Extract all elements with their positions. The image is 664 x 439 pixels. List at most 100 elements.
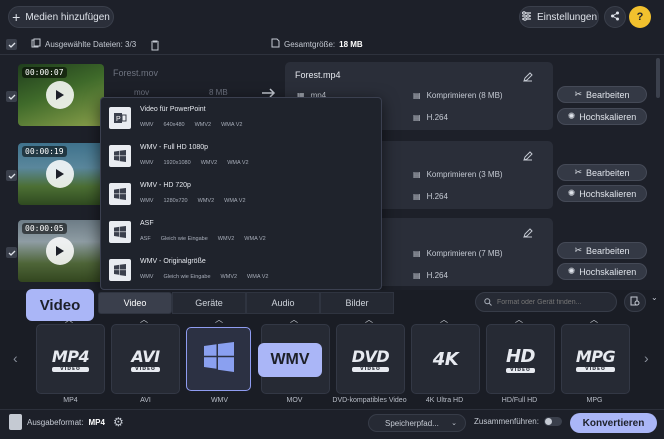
collapse-chevron-icon[interactable]: ⌄ bbox=[651, 293, 658, 302]
total-size: Gesamtgröße: 18 MB bbox=[271, 38, 363, 50]
toggle-switch[interactable] bbox=[543, 417, 562, 426]
spec: ASF bbox=[140, 236, 151, 242]
share-icon bbox=[610, 11, 620, 24]
select-all-checkbox[interactable] bbox=[6, 39, 17, 50]
preset-item[interactable]: WMV - Full HD 1080p WMV 1920x1080 WMV2 WMA … bbox=[105, 138, 379, 174]
file-checkbox[interactable] bbox=[6, 91, 17, 102]
preset-item[interactable]: WMV - Originalgröße WMV Gleich wie Eingab… bbox=[105, 252, 379, 288]
preset-item[interactable]: WMV - HD 720p WMV 1280x720 WMV2 WMA V2 bbox=[105, 176, 379, 212]
edit-pencil-icon[interactable] bbox=[523, 69, 533, 87]
file-icon bbox=[271, 38, 280, 50]
help-button[interactable]: ? bbox=[629, 6, 651, 28]
format-dvd[interactable]: DVD VIDEO bbox=[336, 324, 405, 394]
play-icon[interactable] bbox=[46, 237, 74, 265]
mp4-logo: MP4 VIDEO bbox=[51, 346, 90, 372]
file-checkbox[interactable] bbox=[6, 247, 17, 258]
save-path-select[interactable]: Speicherpfad... ⌄ bbox=[368, 414, 466, 432]
chevron-down-icon: ⌄ bbox=[451, 420, 457, 427]
video-thumbnail[interactable]: 00:00:07 bbox=[18, 64, 104, 126]
merge-toggle[interactable]: Zusammenführen: bbox=[474, 417, 562, 426]
format-label: DVD-kompatibles Video bbox=[332, 397, 407, 404]
tab-video[interactable]: Video bbox=[98, 292, 172, 314]
compress-label[interactable]: Komprimieren (3 MB) bbox=[427, 170, 503, 179]
save-path-label: Speicherpfad... bbox=[385, 418, 439, 428]
upscale-button[interactable]: ✺ Hochskalieren bbox=[557, 108, 647, 125]
scissors-icon: ✂ bbox=[574, 89, 582, 99]
edit-label: Bearbeiten bbox=[586, 167, 630, 178]
scissors-icon: ✂ bbox=[574, 167, 582, 177]
preset-dropdown[interactable]: P Video für PowerPoint WMV 640x480 WMV2 WMA… bbox=[100, 97, 382, 290]
selected-files: Ausgewählte Dateien: 3/3 bbox=[31, 38, 136, 50]
share-button[interactable] bbox=[604, 6, 626, 28]
ai-icon: ✺ bbox=[567, 266, 576, 276]
format-avi[interactable]: AVI VIDEO bbox=[111, 324, 180, 394]
output-format-value: MP4 bbox=[88, 417, 105, 427]
format-search[interactable] bbox=[475, 292, 617, 312]
preset-title: WMV - Originalgröße bbox=[140, 258, 206, 265]
edit-button[interactable]: ✂ Bearbeiten bbox=[557, 242, 647, 259]
preset-item[interactable]: P Video für PowerPoint WMV 640x480 WMV2 WMA… bbox=[105, 100, 379, 136]
preset-item[interactable]: ASF ASF Gleich wie Eingabe WMV2 WMA V2 bbox=[105, 214, 379, 250]
video-thumbnail[interactable]: 00:00:19 bbox=[18, 143, 104, 205]
convert-button[interactable]: Konvertieren bbox=[570, 413, 657, 433]
spec: WMA V2 bbox=[224, 198, 246, 204]
windows-logo-icon bbox=[203, 341, 235, 377]
upscale-label: Hochskalieren bbox=[579, 111, 637, 122]
codec-label: H.264 bbox=[426, 192, 448, 201]
edit-button[interactable]: ✂ Bearbeiten bbox=[557, 86, 647, 103]
format-wmv[interactable] bbox=[186, 327, 251, 391]
upscale-label: Hochskalieren bbox=[579, 266, 637, 277]
total-size-label: Gesamtgröße: bbox=[284, 39, 336, 49]
edit-label: Bearbeiten bbox=[586, 245, 630, 256]
video-callout: Video bbox=[26, 289, 94, 321]
add-media-button[interactable]: + Medien hinzufügen bbox=[8, 6, 114, 28]
preset-title: WMV - Full HD 1080p bbox=[140, 144, 209, 151]
format-4k[interactable]: 4K bbox=[411, 324, 480, 394]
scrollbar[interactable] bbox=[656, 58, 660, 98]
4k-logo: 4K bbox=[432, 348, 459, 370]
edit-pencil-icon[interactable] bbox=[523, 148, 533, 166]
spec: WMA V2 bbox=[221, 122, 243, 128]
duration: 00:00:05 bbox=[22, 223, 67, 234]
format-hd[interactable]: HD VIDEO bbox=[486, 324, 555, 394]
upscale-button[interactable]: ✺ Hochskalieren bbox=[557, 185, 647, 202]
spec: 1280x720 bbox=[163, 198, 188, 204]
carousel-left-arrow[interactable]: ‹ bbox=[13, 350, 18, 366]
codec-label: H.264 bbox=[426, 271, 448, 280]
output-format-label: Ausgabeformat: bbox=[27, 417, 84, 427]
compress-label[interactable]: Komprimieren (8 MB) bbox=[427, 91, 503, 100]
avi-logo: AVI VIDEO bbox=[131, 346, 160, 372]
preset-title: Video für PowerPoint bbox=[140, 106, 206, 113]
edit-pencil-icon[interactable] bbox=[523, 225, 533, 243]
format-label: MP4 bbox=[63, 397, 78, 404]
tab-audio[interactable]: Audio bbox=[246, 292, 320, 314]
tab-images[interactable]: Bilder bbox=[320, 292, 394, 314]
play-icon[interactable] bbox=[46, 81, 74, 109]
spec: 640x480 bbox=[163, 122, 185, 128]
format-settings-button[interactable] bbox=[624, 292, 646, 312]
category-tabs: Video Geräte Audio Bilder bbox=[98, 292, 394, 314]
output-format[interactable]: Ausgabeformat: MP4 ⚙ bbox=[9, 414, 124, 430]
play-icon[interactable] bbox=[46, 160, 74, 188]
video-thumbnail[interactable]: 00:00:05 bbox=[18, 220, 104, 282]
expand-caret-icon[interactable]: ︿ bbox=[215, 314, 223, 325]
gear-icon[interactable]: ⚙ bbox=[113, 415, 124, 429]
file-checkbox[interactable] bbox=[6, 170, 17, 181]
format-label: 4K Ultra HD bbox=[425, 397, 464, 404]
ai-icon: ✺ bbox=[567, 111, 576, 121]
preset-settings-icon bbox=[630, 293, 640, 311]
svg-text:P: P bbox=[116, 116, 121, 123]
format-mpg[interactable]: MPG VIDEO bbox=[561, 324, 630, 394]
carousel-right-arrow[interactable]: › bbox=[644, 350, 649, 366]
settings-button[interactable]: Einstellungen bbox=[519, 6, 599, 28]
format-mp4[interactable]: MP4 VIDEO bbox=[36, 324, 105, 394]
search-input[interactable] bbox=[497, 298, 612, 306]
compress-label[interactable]: Komprimieren (7 MB) bbox=[427, 249, 503, 258]
mp4-file-icon bbox=[9, 414, 22, 430]
upscale-button[interactable]: ✺ Hochskalieren bbox=[557, 263, 647, 280]
tab-devices[interactable]: Geräte bbox=[172, 292, 246, 314]
spec: WMV bbox=[140, 198, 154, 204]
edit-button[interactable]: ✂ Bearbeiten bbox=[557, 164, 647, 181]
upscale-label: Hochskalieren bbox=[579, 188, 637, 199]
compress-icon: ▤ bbox=[413, 170, 421, 179]
